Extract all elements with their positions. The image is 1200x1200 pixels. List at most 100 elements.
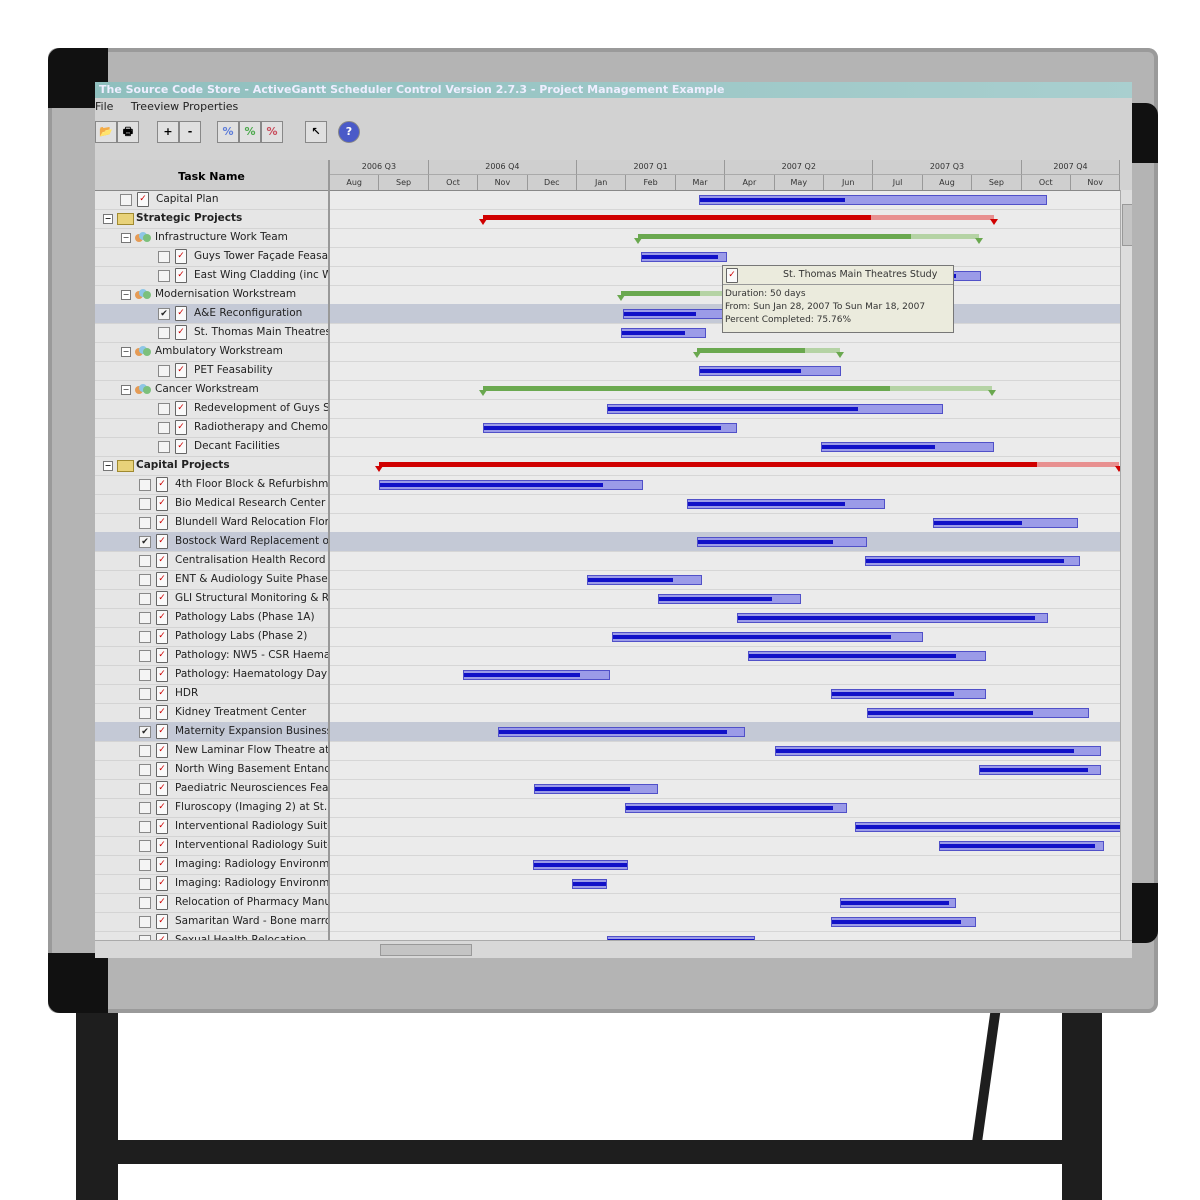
task-bar[interactable] xyxy=(532,860,629,870)
tree-row[interactable]: ✓ Blundell Ward Relocation Florence xyxy=(95,513,328,533)
task-checkbox[interactable] xyxy=(139,802,151,814)
task-bar[interactable] xyxy=(932,518,1078,528)
tree-row[interactable]: ✓ Radiotherapy and Chemotherapy xyxy=(95,418,328,438)
group-summary-bar[interactable] xyxy=(621,291,734,296)
task-checkbox[interactable] xyxy=(139,707,151,719)
menu-treeview-properties[interactable]: Treeview Properties xyxy=(131,100,238,113)
task-checkbox[interactable] xyxy=(139,517,151,529)
task-checkbox[interactable] xyxy=(139,555,151,567)
percent-green-icon[interactable]: % xyxy=(239,121,261,143)
group-summary-bar[interactable] xyxy=(637,234,979,239)
task-checkbox[interactable]: ✔ xyxy=(139,726,151,738)
vertical-scrollbar[interactable] xyxy=(1120,190,1132,940)
tree-row[interactable]: ✓ Kidney Treatment Center xyxy=(95,703,328,723)
task-bar[interactable] xyxy=(641,252,728,262)
zoom-in-icon[interactable]: + xyxy=(157,121,179,143)
tree-row[interactable]: − Modernisation Workstream xyxy=(95,285,328,305)
task-checkbox[interactable] xyxy=(158,327,170,339)
collapse-toggle[interactable]: − xyxy=(121,385,131,395)
task-bar[interactable] xyxy=(698,195,1047,205)
collapse-toggle[interactable]: − xyxy=(121,290,131,300)
tree-row[interactable]: − Infrastructure Work Team xyxy=(95,228,328,248)
task-bar[interactable] xyxy=(840,898,957,908)
task-checkbox[interactable] xyxy=(139,498,151,510)
task-checkbox[interactable] xyxy=(139,688,151,700)
task-checkbox[interactable] xyxy=(158,441,170,453)
tree-row[interactable]: ✔ ✓ A&E Reconfiguration xyxy=(95,304,328,324)
percent-blue-icon[interactable]: % xyxy=(217,121,239,143)
task-checkbox[interactable] xyxy=(139,612,151,624)
project-summary-bar[interactable] xyxy=(379,462,1119,467)
tree-row[interactable]: ✓ Sexual Health Relocation xyxy=(95,931,328,940)
tree-row[interactable]: ✓ Imaging: Radiology Environment & xyxy=(95,855,328,875)
task-checkbox[interactable]: ✔ xyxy=(139,536,151,548)
zoom-out-icon[interactable]: - xyxy=(179,121,201,143)
task-checkbox[interactable] xyxy=(139,878,151,890)
task-bar[interactable] xyxy=(830,917,976,927)
task-checkbox[interactable] xyxy=(139,650,151,662)
task-checkbox[interactable]: ✔ xyxy=(158,308,170,320)
task-name-column-header[interactable]: Task Name xyxy=(95,160,328,191)
tree-row[interactable]: ✓ Redevelopment of Guys Site In xyxy=(95,399,328,419)
task-bar[interactable] xyxy=(611,632,924,642)
tree-row[interactable]: ✓ St. Thomas Main Theatres Study xyxy=(95,323,328,343)
tree-row[interactable]: ✓ Guys Tower Façade Feasability xyxy=(95,247,328,267)
tree-row[interactable]: ✓ Pathology: NW5 - CSR Haematology xyxy=(95,646,328,666)
tree-row[interactable]: ✓ Pathology: Haematology Day Care xyxy=(95,665,328,685)
tree-row[interactable]: − Cancer Workstream xyxy=(95,380,328,400)
task-bar[interactable] xyxy=(572,879,607,889)
task-bar[interactable] xyxy=(624,803,848,813)
task-bar[interactable] xyxy=(736,613,1049,623)
task-checkbox[interactable] xyxy=(139,821,151,833)
tree-row[interactable]: ✓ Pathology Labs (Phase 1A) xyxy=(95,608,328,628)
task-checkbox[interactable] xyxy=(158,251,170,263)
tree-row[interactable]: ✓ HDR xyxy=(95,684,328,704)
task-bar[interactable] xyxy=(748,651,986,661)
tree-row[interactable]: ✓ Paediatric Neurosciences Feasibility xyxy=(95,779,328,799)
menu-file[interactable]: File xyxy=(95,100,113,113)
tree-row[interactable]: ✓ Fluroscopy (Imaging 2) at St. Thomas xyxy=(95,798,328,818)
task-bar[interactable] xyxy=(534,784,659,794)
tree-row[interactable]: − Ambulatory Workstream xyxy=(95,342,328,362)
task-checkbox[interactable] xyxy=(139,764,151,776)
task-checkbox[interactable] xyxy=(139,669,151,681)
horizontal-scrollbar[interactable] xyxy=(95,940,1132,958)
task-checkbox[interactable] xyxy=(139,783,151,795)
task-checkbox[interactable] xyxy=(139,859,151,871)
group-summary-bar[interactable] xyxy=(483,386,992,391)
task-bar[interactable] xyxy=(939,841,1105,851)
print-icon[interactable]: 🖶 xyxy=(117,121,139,143)
tree-row[interactable]: − Capital Projects xyxy=(95,456,328,476)
task-checkbox[interactable] xyxy=(139,479,151,491)
tree-row[interactable]: ✓ Bio Medical Research Center & CRF xyxy=(95,494,328,514)
task-bar[interactable] xyxy=(687,499,886,509)
task-bar[interactable] xyxy=(830,689,986,699)
tree-row[interactable]: ✓ Pathology Labs (Phase 2) xyxy=(95,627,328,647)
scroll-thumb[interactable] xyxy=(1122,204,1132,246)
task-bar[interactable] xyxy=(855,822,1120,832)
task-checkbox[interactable] xyxy=(158,422,170,434)
task-checkbox[interactable] xyxy=(158,403,170,415)
task-checkbox[interactable] xyxy=(158,365,170,377)
task-bar[interactable] xyxy=(697,537,868,547)
task-checkbox[interactable] xyxy=(139,897,151,909)
open-folder-icon[interactable]: 📂 xyxy=(95,121,117,143)
collapse-toggle[interactable]: − xyxy=(121,347,131,357)
tree-row[interactable]: ✓ GLI Structural Monitoring & Repair xyxy=(95,589,328,609)
task-bar[interactable] xyxy=(586,575,703,585)
help-icon[interactable]: ? xyxy=(338,121,360,143)
task-checkbox[interactable] xyxy=(139,631,151,643)
tree-row[interactable]: ✔ ✓ Maternity Expansion Business Case xyxy=(95,722,328,742)
collapse-toggle[interactable]: − xyxy=(103,461,113,471)
tree-row[interactable]: ✓ New Laminar Flow Theatre at Guy's xyxy=(95,741,328,761)
task-bar[interactable] xyxy=(606,404,943,414)
tree-row[interactable]: ✓ Samaritan Ward - Bone marrow transplant xyxy=(95,912,328,932)
task-bar[interactable] xyxy=(820,442,994,452)
task-bar[interactable] xyxy=(497,727,746,737)
tree-row[interactable]: ✓ Interventional Radiology Suite (Im xyxy=(95,836,328,856)
tree-row[interactable]: ✓ East Wing Cladding (inc Ward xyxy=(95,266,328,286)
pointer-icon[interactable]: ↖ xyxy=(305,121,327,143)
tree-row[interactable]: ✓ Centralisation Health Record Storage xyxy=(95,551,328,571)
task-bar[interactable] xyxy=(623,309,736,319)
tree-row[interactable]: ✓ Interventional Radiology Suite (Im xyxy=(95,817,328,837)
